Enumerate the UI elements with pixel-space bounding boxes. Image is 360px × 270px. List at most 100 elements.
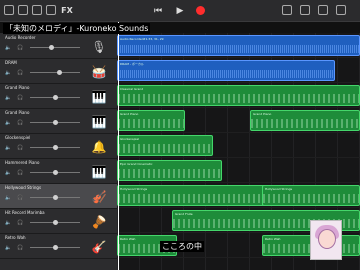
note-pattern bbox=[118, 194, 276, 203]
volume-slider[interactable] bbox=[30, 70, 80, 75]
mute-icon[interactable]: 🔈 bbox=[5, 220, 11, 226]
volume-slider[interactable] bbox=[30, 170, 80, 175]
settings-gear-icon[interactable] bbox=[300, 5, 310, 15]
track-name: Audio Recorder bbox=[5, 35, 36, 40]
midi-region[interactable]: Classical Grand bbox=[117, 85, 360, 106]
volume-knob[interactable] bbox=[49, 45, 54, 50]
volume-knob[interactable] bbox=[53, 120, 58, 125]
mute-icon[interactable]: 🔈 bbox=[5, 70, 11, 76]
track-name: Glockenspiel bbox=[5, 135, 31, 140]
record-icon[interactable] bbox=[196, 6, 205, 15]
volume-slider[interactable] bbox=[30, 45, 80, 50]
mute-icon[interactable]: 🔈 bbox=[5, 120, 11, 126]
volume-knob[interactable] bbox=[53, 195, 58, 200]
headphones-icon[interactable]: 🎧 bbox=[17, 70, 23, 76]
track-headers: Audio Recorder 🔈 🎧 🎙 DRAM 🔈 🎧 🥁 Grand Piano 🔈 🎧 🎹 Gr… bbox=[0, 33, 117, 270]
track-header[interactable]: Retro Wah 🔈 🎧 🎸 bbox=[0, 234, 117, 259]
headphones-icon[interactable]: 🎧 bbox=[17, 195, 23, 201]
mute-icon[interactable]: 🔈 bbox=[5, 170, 11, 176]
metronome-icon[interactable] bbox=[282, 5, 292, 15]
volume-knob[interactable] bbox=[53, 170, 58, 175]
volume-slider[interactable] bbox=[30, 145, 80, 150]
instrument-icon: 🎹 bbox=[91, 115, 107, 129]
fx-button[interactable]: FX bbox=[60, 4, 74, 18]
volume-slider[interactable] bbox=[30, 245, 80, 250]
region-label: Hollywood Strings bbox=[120, 187, 148, 191]
region-label: Epic Grand Cinematic bbox=[120, 162, 153, 166]
track-header[interactable]: Grand Piano 🔈 🎧 🎹 bbox=[0, 84, 117, 109]
region-label: Grand Piano bbox=[253, 112, 272, 116]
track-header[interactable]: Hammered Piano 🔈 🎧 🎹 bbox=[0, 159, 117, 184]
headphones-icon[interactable]: 🎧 bbox=[17, 220, 23, 226]
headphones-icon[interactable]: 🎧 bbox=[17, 95, 23, 101]
mute-icon[interactable]: 🔈 bbox=[5, 145, 11, 151]
volume-slider[interactable] bbox=[30, 120, 80, 125]
instrument-icon: 🎸 bbox=[91, 240, 107, 254]
play-icon[interactable]: ▶ bbox=[173, 4, 187, 18]
mute-icon[interactable]: 🔈 bbox=[5, 245, 11, 251]
volume-knob[interactable] bbox=[57, 70, 62, 75]
headphones-icon[interactable]: 🎧 bbox=[17, 145, 23, 151]
audio-region[interactable]: Audio Recorder#1.33, 31, 29 bbox=[117, 35, 360, 56]
instrument-icon: 🎹 bbox=[91, 90, 107, 104]
instrument-icon: 🔔 bbox=[91, 140, 107, 154]
my-songs-icon[interactable] bbox=[4, 5, 14, 15]
browser-icon[interactable] bbox=[18, 5, 28, 15]
track-header[interactable]: Grand Piano 🔈 🎧 🎹 bbox=[0, 109, 117, 134]
note-pattern bbox=[118, 119, 184, 128]
region-label: Glockenspiel bbox=[120, 137, 140, 141]
midi-region[interactable]: Grand Piano bbox=[250, 110, 360, 131]
rewind-icon[interactable]: ⏮ bbox=[151, 4, 165, 18]
midi-region[interactable]: Epic Grand Cinematic bbox=[117, 160, 222, 181]
headphones-icon[interactable]: 🎧 bbox=[17, 245, 23, 251]
track-header[interactable]: Hit Record Marimba 🔈 🎧 🪘 bbox=[0, 209, 117, 234]
volume-knob[interactable] bbox=[53, 245, 58, 250]
midi-region[interactable]: Hollywood Strings bbox=[262, 185, 360, 206]
tracks-view-icon[interactable] bbox=[32, 5, 42, 15]
instrument-icon: 🪘 bbox=[91, 215, 107, 229]
track-name: Hollywood Strings bbox=[5, 185, 42, 190]
lyric-subtitle: こころの中 bbox=[160, 241, 204, 252]
volume-knob[interactable] bbox=[53, 95, 58, 100]
transport-toolbar: FX ⏮ ▶ bbox=[0, 0, 360, 22]
headphones-icon[interactable]: 🎧 bbox=[17, 170, 23, 176]
track-name: Hit Record Marimba bbox=[5, 210, 45, 215]
track-name: Grand Piano bbox=[5, 110, 30, 115]
loop-icon[interactable] bbox=[318, 5, 328, 15]
help-icon[interactable] bbox=[336, 5, 346, 15]
playhead[interactable] bbox=[118, 22, 119, 270]
region-label: Grand Piano bbox=[120, 112, 139, 116]
region-label: DRAM - ボーカル bbox=[120, 62, 144, 66]
mute-icon[interactable]: 🔈 bbox=[5, 45, 11, 51]
track-header[interactable]: Hollywood Strings 🔈 🎧 🎻 bbox=[0, 184, 117, 209]
instrument-icon: 🥁 bbox=[91, 65, 107, 79]
midi-region[interactable]: Glockenspiel bbox=[117, 135, 213, 156]
mute-icon[interactable]: 🔈 bbox=[5, 195, 11, 201]
headphones-icon[interactable]: 🎧 bbox=[17, 120, 23, 126]
volume-slider[interactable] bbox=[30, 95, 80, 100]
region-label: Audio Recorder#1.33, 31, 29 bbox=[120, 37, 164, 41]
waveform bbox=[118, 70, 334, 78]
track-header[interactable]: Glockenspiel 🔈 🎧 🔔 bbox=[0, 134, 117, 159]
volume-knob[interactable] bbox=[53, 220, 58, 225]
keyboard-icon[interactable] bbox=[46, 5, 56, 15]
region-label: Hollywood Strings bbox=[265, 187, 293, 191]
character-avatar bbox=[310, 220, 342, 260]
region-label: Classical Grand bbox=[120, 87, 144, 91]
midi-region[interactable]: Hollywood Strings bbox=[117, 185, 277, 206]
track-header[interactable]: Audio Recorder 🔈 🎧 🎙 bbox=[0, 34, 117, 59]
waveform bbox=[118, 45, 359, 53]
audio-region[interactable]: DRAM - ボーカル bbox=[117, 60, 335, 81]
note-pattern bbox=[118, 144, 212, 153]
song-title-overlay: 「未知のメロディ」-Kuroneko Sounds bbox=[3, 23, 151, 34]
volume-slider[interactable] bbox=[30, 195, 80, 200]
track-header[interactable]: DRAM 🔈 🎧 🥁 bbox=[0, 59, 117, 84]
instrument-icon: 🎹 bbox=[91, 165, 107, 179]
note-pattern bbox=[263, 194, 359, 203]
mute-icon[interactable]: 🔈 bbox=[5, 95, 11, 101]
region-label: Grand Flute bbox=[175, 212, 193, 216]
headphones-icon[interactable]: 🎧 bbox=[17, 45, 23, 51]
volume-slider[interactable] bbox=[30, 220, 80, 225]
volume-knob[interactable] bbox=[53, 145, 58, 150]
midi-region[interactable]: Grand Piano bbox=[117, 110, 185, 131]
